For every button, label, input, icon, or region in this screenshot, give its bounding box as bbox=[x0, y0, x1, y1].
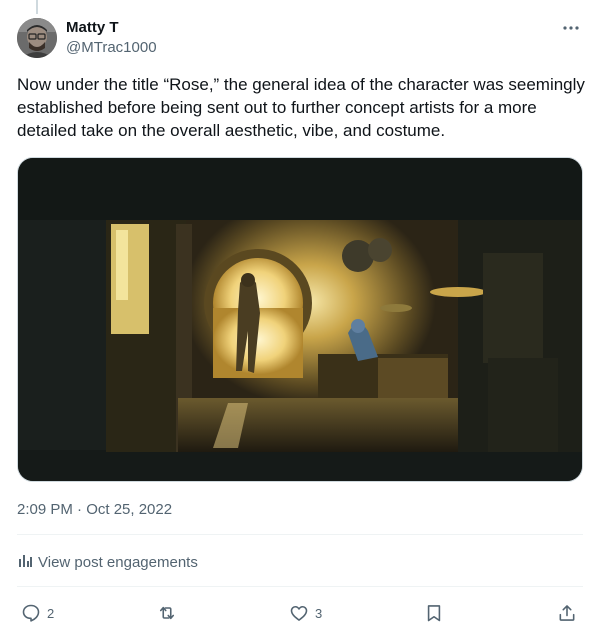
view-engagements-link[interactable]: View post engagements bbox=[17, 552, 198, 572]
author-name[interactable]: Matty T bbox=[66, 19, 119, 37]
divider bbox=[17, 534, 583, 535]
heart-icon bbox=[289, 603, 309, 623]
reply-button[interactable]: 2 bbox=[21, 600, 54, 626]
post-image[interactable] bbox=[17, 157, 583, 482]
author-handle[interactable]: @MTrac1000 bbox=[66, 39, 157, 57]
repost-icon bbox=[157, 603, 177, 623]
timestamp-link[interactable]: 2:09 PM · Oct 25, 2022 bbox=[17, 501, 172, 518]
reply-icon bbox=[21, 603, 41, 623]
avatar[interactable] bbox=[17, 18, 57, 58]
divider bbox=[17, 586, 583, 587]
bookmark-button[interactable] bbox=[424, 600, 444, 626]
bookmark-icon bbox=[424, 603, 444, 623]
share-icon bbox=[557, 603, 577, 623]
repost-button[interactable] bbox=[157, 600, 177, 626]
post-card[interactable]: Matty T @MTrac1000 Now under the title “… bbox=[0, 0, 603, 638]
reply-count: 2 bbox=[47, 605, 55, 621]
like-count: 3 bbox=[315, 605, 323, 621]
bar-chart-icon bbox=[17, 552, 33, 572]
post-text: Now under the title “Rose,” the general … bbox=[17, 75, 585, 140]
post-timestamp[interactable]: 2:09 PM · Oct 25, 2022 bbox=[17, 500, 172, 520]
action-bar: 2 3 bbox=[17, 600, 583, 626]
share-button[interactable] bbox=[557, 600, 577, 626]
like-button[interactable]: 3 bbox=[289, 600, 322, 626]
thread-line bbox=[36, 0, 38, 14]
engagements-label: View post engagements bbox=[38, 553, 198, 571]
more-icon[interactable] bbox=[561, 20, 581, 36]
